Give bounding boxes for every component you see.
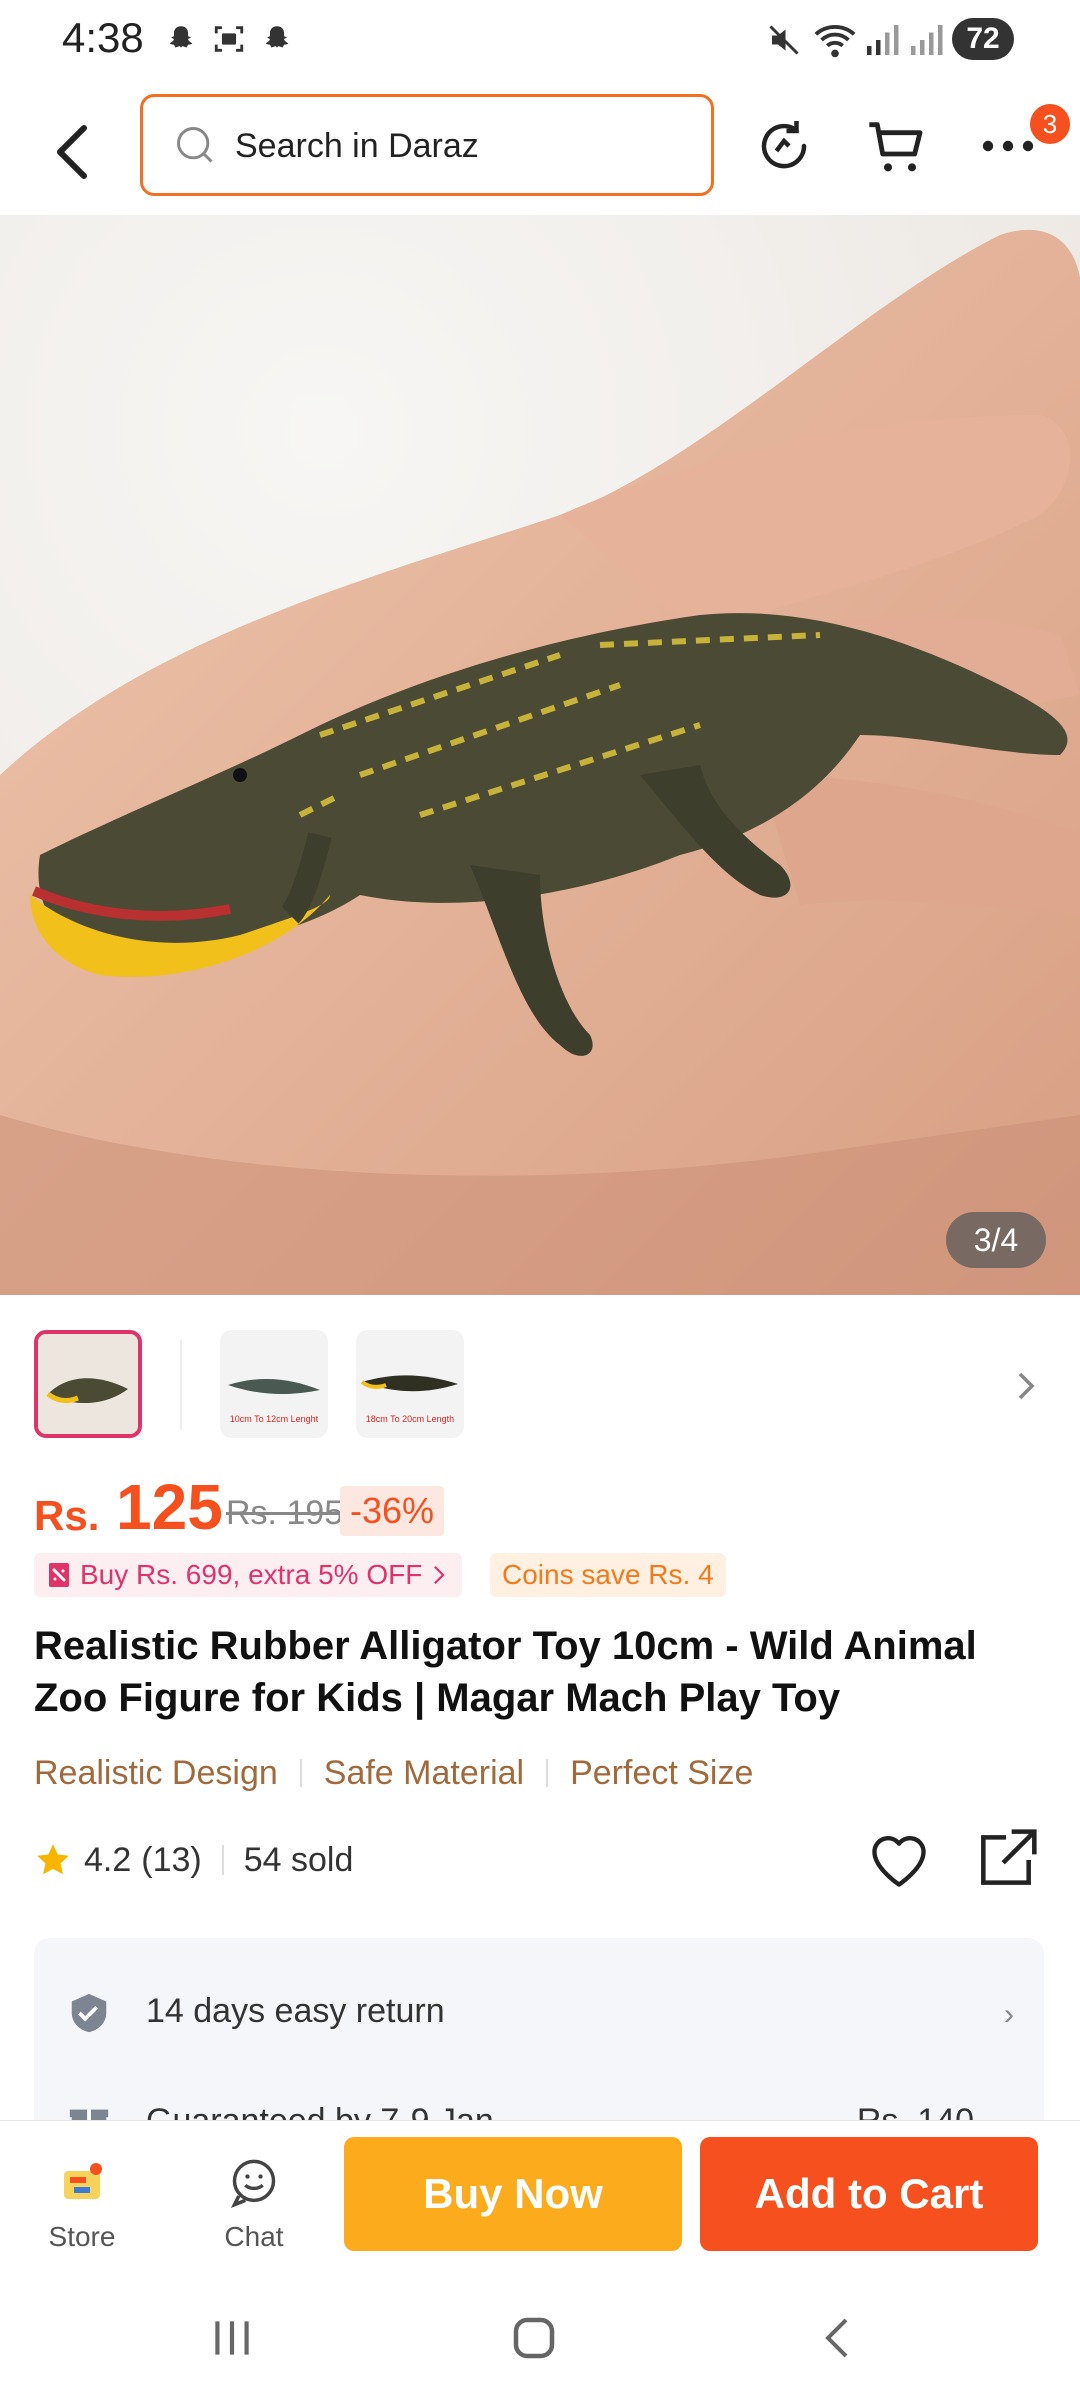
rating-divider <box>221 1845 224 1875</box>
feature-tag: Realistic Design <box>34 1753 278 1792</box>
signal-icon <box>867 25 899 55</box>
back-icon <box>57 125 87 179</box>
heart-icon[interactable] <box>864 1830 934 1890</box>
status-time: 4:38 <box>62 14 144 61</box>
search-icon <box>177 127 213 163</box>
feature-divider <box>546 1759 549 1787</box>
original-price: Rs. 195 <box>226 1494 344 1532</box>
thumbnail-image <box>38 1334 138 1434</box>
product-image[interactable] <box>0 215 1080 1295</box>
thumbnail-3[interactable]: 18cm To 20cm Length <box>356 1330 464 1438</box>
status-bar: 4:38 72 <box>0 0 1080 80</box>
home-button[interactable] <box>484 2298 584 2378</box>
return-policy-row[interactable]: 14 days easy return › <box>34 1972 1044 2052</box>
thumbnail-divider <box>180 1340 182 1430</box>
header: Search in Daraz <box>0 80 1080 215</box>
feature-tags: Realistic Design Safe Material Perfect S… <box>34 1748 753 1798</box>
product-title: Realistic Rubber Alligator Toy 10cm - Wi… <box>34 1624 977 1720</box>
signal-icon <box>911 25 943 55</box>
snapchat-icon <box>169 26 193 48</box>
price-currency: Rs. <box>34 1492 100 1539</box>
thumbnail-1[interactable] <box>34 1330 142 1438</box>
store-icon <box>64 2163 102 2199</box>
thumbnail-caption: 10cm To 12cm Lenght <box>229 1414 319 1424</box>
star-icon <box>37 1844 69 1875</box>
voucher-promo[interactable]: Buy Rs. 699, extra 5% OFF <box>34 1553 463 1597</box>
review-count[interactable]: (13) <box>141 1841 201 1880</box>
thumbnail-caption: 18cm To 20cm Length <box>365 1414 455 1424</box>
mute-icon <box>769 25 799 55</box>
shield-check-icon <box>71 1993 107 2033</box>
coins-badge[interactable]: Coins save Rs. 4 <box>490 1553 726 1597</box>
chat-button[interactable]: Chat <box>204 2159 304 2261</box>
more-icon <box>982 140 1034 152</box>
chat-icon <box>230 2159 276 2208</box>
alligator-photo <box>0 215 1080 1295</box>
discount-badge: -36% <box>340 1486 445 1536</box>
recent-apps-button[interactable] <box>182 2298 282 2378</box>
recent-apps-icon <box>215 2321 249 2355</box>
share-icon[interactable] <box>972 1826 1040 1894</box>
thumbnail-strip: 10cm To 12cm Lenght 18cm To 20cm Length <box>0 1310 1080 1440</box>
search-placeholder: Search in Daraz <box>235 127 479 165</box>
service-info-card: 14 days easy return › Guaranteed by 7-9 … <box>34 1938 1044 2141</box>
promo-row: Buy Rs. 699, extra 5% OFF Coins save Rs.… <box>34 1553 1054 1597</box>
voucher-icon <box>49 1563 69 1587</box>
return-policy-label: 14 days easy return <box>146 1992 445 2030</box>
sold-count: 54 sold <box>243 1840 354 1879</box>
feature-tag: Safe Material <box>323 1753 525 1792</box>
refresh-button[interactable] <box>748 110 820 182</box>
chevron-right-icon: › <box>1004 1998 1014 2031</box>
store-button[interactable]: Store <box>32 2161 132 2261</box>
bottom-action-bar: Store Chat Buy Now Add to Cart <box>0 2120 1080 2270</box>
feature-tag: Perfect Size <box>570 1753 754 1792</box>
current-price: 125 <box>116 1471 223 1543</box>
system-navigation-bar <box>0 2270 1080 2400</box>
add-to-cart-button[interactable]: Add to Cart <box>700 2137 1038 2251</box>
screenshot-icon <box>214 26 244 52</box>
back-icon <box>825 2318 848 2358</box>
nav-back-button[interactable] <box>788 2298 888 2378</box>
back-button[interactable] <box>40 110 104 194</box>
rating-row: 4.2 (13) 54 sold <box>34 1829 1044 1890</box>
store-label: Store <box>48 2221 116 2252</box>
chat-label: Chat <box>224 2221 284 2252</box>
feature-divider <box>299 1759 302 1787</box>
chevron-right-icon <box>434 1565 446 1585</box>
chevron-right-icon[interactable] <box>1014 1368 1038 1404</box>
snapchat-icon <box>265 26 289 48</box>
cart-badge: 3 <box>1030 104 1070 144</box>
thumbnail-2[interactable]: 10cm To 12cm Lenght <box>220 1330 328 1438</box>
search-input[interactable]: Search in Daraz <box>140 94 714 196</box>
home-icon <box>513 2317 555 2359</box>
cart-button[interactable] <box>860 110 932 182</box>
voucher-text: Buy Rs. 699, extra 5% OFF <box>80 1559 423 1590</box>
refresh-icon <box>761 121 807 169</box>
cart-icon <box>869 122 923 172</box>
rating-score[interactable]: 4.2 <box>84 1841 131 1880</box>
battery-indicator: 72 <box>952 18 1014 60</box>
price-row: Rs. 125 Rs. 195 -36% <box>34 1470 1034 1550</box>
wifi-icon <box>814 25 856 58</box>
buy-now-button[interactable]: Buy Now <box>344 2137 682 2251</box>
image-counter: 3/4 <box>946 1212 1046 1268</box>
